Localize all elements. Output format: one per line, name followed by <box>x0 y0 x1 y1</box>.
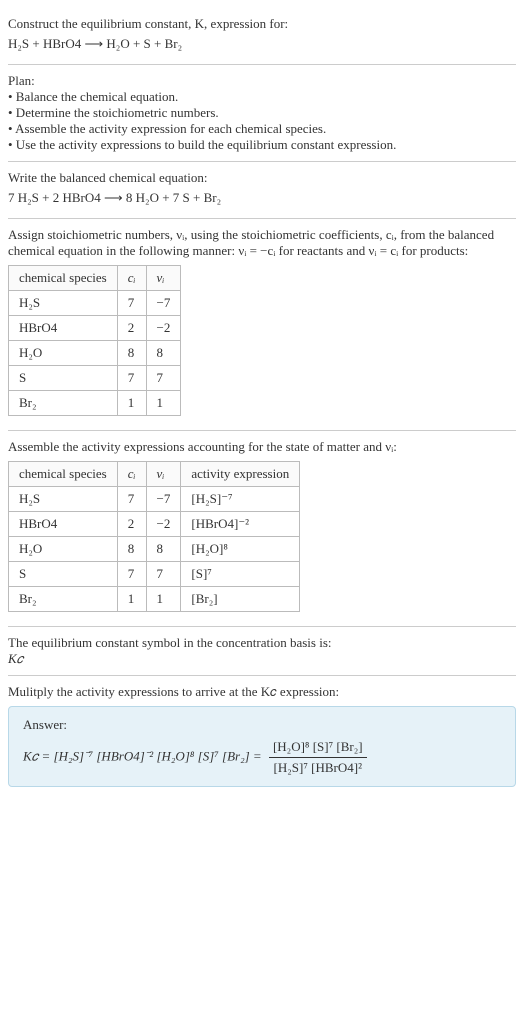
cell-species: H₂O <box>9 537 118 562</box>
stoich-intro: Assign stoichiometric numbers, νᵢ, using… <box>8 227 516 259</box>
cell-ci: 7 <box>117 366 146 391</box>
cell-species: S <box>9 366 118 391</box>
kc-numerator: [H₂O]⁸ [S]⁷ [Br₂] <box>269 739 367 758</box>
problem-line1: Construct the equilibrium constant, K, e… <box>8 16 516 32</box>
cell-vi: −2 <box>146 512 181 537</box>
balanced-equation: 7 H₂S + 2 HBrO4 ⟶ 8 H₂O + 7 S + Br₂ <box>8 190 516 206</box>
cell-species: HBrO4 <box>9 316 118 341</box>
table-row: H₂O 8 8 <box>9 341 181 366</box>
table-row: HBrO4 2 −2 <box>9 316 181 341</box>
plan-section: Plan: • Balance the chemical equation. •… <box>8 65 516 162</box>
activity-intro: Assemble the activity expressions accoun… <box>8 439 516 455</box>
kc-symbol-section: The equilibrium constant symbol in the c… <box>8 627 516 676</box>
cell-species: Br₂ <box>9 391 118 416</box>
cell-vi: 1 <box>146 391 181 416</box>
table-row: Br₂ 1 1 <box>9 391 181 416</box>
col-vi: νᵢ <box>146 266 181 291</box>
kc-fraction: [H₂O]⁸ [S]⁷ [Br₂] [H₂S]⁷ [HBrO4]² <box>269 739 367 776</box>
table-row: H₂S 7 −7 [H₂S]⁻⁷ <box>9 487 300 512</box>
problem-statement: Construct the equilibrium constant, K, e… <box>8 8 516 65</box>
cell-ci: 7 <box>117 562 146 587</box>
multiply-intro: Mulitply the activity expressions to arr… <box>8 684 516 700</box>
cell-species: Br₂ <box>9 587 118 612</box>
cell-vi: −2 <box>146 316 181 341</box>
answer-box: Answer: K𝑐 = [H₂S]⁻⁷ [HBrO4]⁻² [H₂O]⁸ [S… <box>8 706 516 787</box>
stoich-table: chemical species cᵢ νᵢ H₂S 7 −7 HBrO4 2 … <box>8 265 181 416</box>
cell-ci: 2 <box>117 512 146 537</box>
cell-ci: 8 <box>117 537 146 562</box>
cell-vi: 8 <box>146 341 181 366</box>
plan-item: • Determine the stoichiometric numbers. <box>8 105 516 121</box>
col-ci: cᵢ <box>117 462 146 487</box>
table-row: H₂O 8 8 [H₂O]⁸ <box>9 537 300 562</box>
kc-lhs: K𝑐 = [H₂S]⁻⁷ [HBrO4]⁻² [H₂O]⁸ [S]⁷ [Br₂]… <box>23 748 265 763</box>
cell-vi: −7 <box>146 291 181 316</box>
plan-item: • Balance the chemical equation. <box>8 89 516 105</box>
table-header-row: chemical species cᵢ νᵢ activity expressi… <box>9 462 300 487</box>
cell-vi: 1 <box>146 587 181 612</box>
activity-section: Assemble the activity expressions accoun… <box>8 431 516 627</box>
answer-section: Mulitply the activity expressions to arr… <box>8 676 516 795</box>
col-species: chemical species <box>9 266 118 291</box>
plan-title: Plan: <box>8 73 516 89</box>
cell-ci: 1 <box>117 391 146 416</box>
cell-species: S <box>9 562 118 587</box>
cell-ci: 7 <box>117 291 146 316</box>
kc-denominator: [H₂S]⁷ [HBrO4]² <box>269 758 367 776</box>
cell-vi: 8 <box>146 537 181 562</box>
col-species: chemical species <box>9 462 118 487</box>
cell-activity: [HBrO4]⁻² <box>181 512 300 537</box>
table-row: Br₂ 1 1 [Br₂] <box>9 587 300 612</box>
table-row: S 7 7 <box>9 366 181 391</box>
plan-item: • Use the activity expressions to build … <box>8 137 516 153</box>
col-ci: cᵢ <box>117 266 146 291</box>
cell-activity: [H₂O]⁸ <box>181 537 300 562</box>
cell-ci: 2 <box>117 316 146 341</box>
cell-activity: [Br₂] <box>181 587 300 612</box>
kc-expression: K𝑐 = [H₂S]⁻⁷ [HBrO4]⁻² [H₂O]⁸ [S]⁷ [Br₂]… <box>23 739 501 776</box>
table-row: H₂S 7 −7 <box>9 291 181 316</box>
cell-species: H₂S <box>9 291 118 316</box>
cell-vi: 7 <box>146 366 181 391</box>
table-row: S 7 7 [S]⁷ <box>9 562 300 587</box>
cell-activity: [S]⁷ <box>181 562 300 587</box>
cell-vi: 7 <box>146 562 181 587</box>
table-row: HBrO4 2 −2 [HBrO4]⁻² <box>9 512 300 537</box>
unbalanced-equation: H₂S + HBrO4 ⟶ H₂O + S + Br₂ <box>8 36 516 52</box>
activity-table: chemical species cᵢ νᵢ activity expressi… <box>8 461 300 612</box>
balanced-title: Write the balanced chemical equation: <box>8 170 516 186</box>
plan-item: • Assemble the activity expression for e… <box>8 121 516 137</box>
col-vi: νᵢ <box>146 462 181 487</box>
balanced-section: Write the balanced chemical equation: 7 … <box>8 162 516 219</box>
cell-ci: 8 <box>117 341 146 366</box>
stoich-section: Assign stoichiometric numbers, νᵢ, using… <box>8 219 516 431</box>
kc-symbol: K𝑐 <box>8 651 516 667</box>
cell-ci: 1 <box>117 587 146 612</box>
col-activity: activity expression <box>181 462 300 487</box>
cell-species: HBrO4 <box>9 512 118 537</box>
kc-symbol-intro: The equilibrium constant symbol in the c… <box>8 635 516 651</box>
table-header-row: chemical species cᵢ νᵢ <box>9 266 181 291</box>
cell-ci: 7 <box>117 487 146 512</box>
cell-species: H₂O <box>9 341 118 366</box>
answer-label: Answer: <box>23 717 501 733</box>
cell-vi: −7 <box>146 487 181 512</box>
cell-species: H₂S <box>9 487 118 512</box>
cell-activity: [H₂S]⁻⁷ <box>181 487 300 512</box>
